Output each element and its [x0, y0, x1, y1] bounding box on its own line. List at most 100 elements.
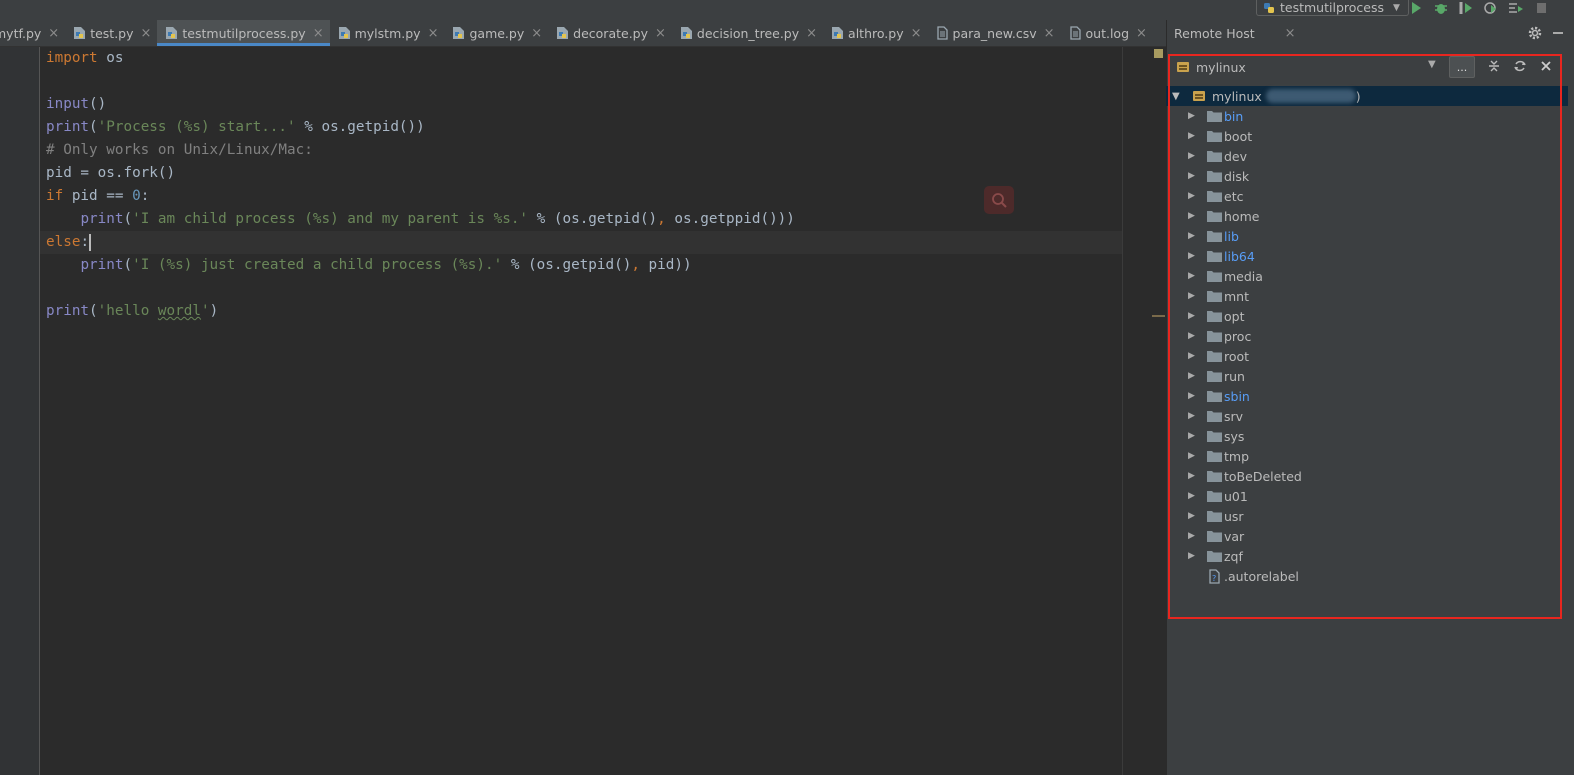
- expand-arrow-icon[interactable]: ▶: [1188, 451, 1195, 461]
- expand-arrow-icon[interactable]: ▶: [1188, 511, 1195, 521]
- expand-arrow-icon[interactable]: ▶: [1188, 271, 1195, 281]
- expand-arrow-icon[interactable]: ▶: [1188, 411, 1195, 421]
- tree-folder-disk[interactable]: ▶ disk: [1166, 166, 1568, 186]
- editor-gutter[interactable]: [0, 47, 40, 775]
- expand-arrow-icon[interactable]: ▶: [1188, 371, 1195, 381]
- search-icon[interactable]: [984, 186, 1014, 214]
- close-icon[interactable]: ×: [531, 26, 542, 41]
- tree-folder-sbin[interactable]: ▶ sbin: [1166, 386, 1568, 406]
- expand-arrow-icon[interactable]: ▶: [1188, 471, 1195, 481]
- run-icon[interactable]: [1408, 1, 1424, 15]
- inspection-status-indicator[interactable]: [1154, 49, 1163, 58]
- tree-item-label: var: [1224, 528, 1245, 544]
- concurrency-icon[interactable]: [1508, 1, 1524, 15]
- expand-arrow-icon[interactable]: ▶: [1188, 211, 1195, 221]
- close-icon[interactable]: ×: [655, 26, 666, 41]
- tree-folder-tmp[interactable]: ▶ tmp: [1166, 446, 1568, 466]
- close-icon[interactable]: ×: [806, 26, 817, 41]
- expand-arrow-icon[interactable]: ▶: [1188, 111, 1195, 121]
- tab-althro-py[interactable]: althro.py ×: [823, 20, 927, 46]
- code-line: import os: [46, 50, 124, 66]
- expand-arrow-icon[interactable]: ▶: [1188, 491, 1195, 501]
- tree-folder-var[interactable]: ▶ var: [1166, 526, 1568, 546]
- tab-mylstm-py[interactable]: mylstm.py ×: [330, 20, 445, 46]
- text-file-icon: [936, 26, 948, 40]
- tree-folder-media[interactable]: ▶ media: [1166, 266, 1568, 286]
- collapse-all-icon[interactable]: [1487, 59, 1501, 73]
- expand-arrow-icon[interactable]: ▶: [1188, 191, 1195, 201]
- close-icon[interactable]: ×: [48, 26, 59, 41]
- expand-arrow-icon[interactable]: ▶: [1188, 431, 1195, 441]
- expand-arrow-icon[interactable]: ▶: [1188, 551, 1195, 561]
- tab-game-py[interactable]: game.py ×: [444, 20, 548, 46]
- chevron-down-icon[interactable]: ▼: [1428, 59, 1436, 70]
- coverage-icon[interactable]: [1458, 1, 1474, 15]
- browse-more-button[interactable]: ...: [1449, 56, 1475, 78]
- tree-folder-mnt[interactable]: ▶ mnt: [1166, 286, 1568, 306]
- close-icon[interactable]: ×: [141, 26, 152, 41]
- tree-folder-usr[interactable]: ▶ usr: [1166, 506, 1568, 526]
- folder-icon: [1207, 531, 1222, 542]
- stop-icon[interactable]: [1533, 1, 1549, 15]
- tree-folder-srv[interactable]: ▶ srv: [1166, 406, 1568, 426]
- profile-icon[interactable]: [1483, 1, 1499, 15]
- close-icon[interactable]: ×: [313, 26, 324, 41]
- code-line: print('Process (%s) start...' % os.getpi…: [46, 119, 425, 135]
- tree-folder-etc[interactable]: ▶ etc: [1166, 186, 1568, 206]
- close-icon[interactable]: ×: [428, 26, 439, 41]
- minimize-icon[interactable]: [1553, 32, 1563, 34]
- tree-folder-home[interactable]: ▶ home: [1166, 206, 1568, 226]
- tree-folder-run[interactable]: ▶ run: [1166, 366, 1568, 386]
- code-content[interactable]: import os input() print('Process (%s) st…: [46, 47, 795, 323]
- tree-folder-opt[interactable]: ▶ opt: [1166, 306, 1568, 326]
- panel-title[interactable]: Remote Host: [1174, 26, 1255, 41]
- close-icon[interactable]: ×: [1136, 26, 1147, 41]
- expand-arrow-icon[interactable]: ▶: [1188, 171, 1195, 181]
- tree-folder-tobedeleted[interactable]: ▶ toBeDeleted: [1166, 466, 1568, 486]
- tab-decorate-py[interactable]: decorate.py ×: [548, 20, 672, 46]
- expand-arrow-icon[interactable]: ▶: [1188, 131, 1195, 141]
- tab-label: mylstm.py: [354, 25, 421, 41]
- expand-arrow-icon[interactable]: ▼: [1172, 91, 1184, 102]
- expand-arrow-icon[interactable]: ▶: [1188, 391, 1195, 401]
- tree-folder-lib[interactable]: ▶ lib: [1166, 226, 1568, 246]
- tab-testmutilprocess-py[interactable]: testmutilprocess.py ×: [157, 20, 330, 46]
- tree-item-label: bin: [1224, 108, 1244, 124]
- expand-arrow-icon[interactable]: ▶: [1188, 331, 1195, 341]
- tree-folder-bin[interactable]: ▶ bin: [1166, 106, 1568, 126]
- folder-icon: [1207, 291, 1222, 302]
- expand-arrow-icon[interactable]: ▶: [1188, 251, 1195, 261]
- refresh-icon[interactable]: [1513, 59, 1527, 73]
- tree-folder-zqf[interactable]: ▶ zqf: [1166, 546, 1568, 566]
- tree-file-autorelabel[interactable]: ? .autorelabel: [1166, 566, 1568, 586]
- debug-icon[interactable]: [1433, 1, 1449, 15]
- expand-arrow-icon[interactable]: ▶: [1188, 311, 1195, 321]
- tree-folder-sys[interactable]: ▶ sys: [1166, 426, 1568, 446]
- gear-icon[interactable]: [1527, 25, 1543, 41]
- expand-arrow-icon[interactable]: ▶: [1188, 291, 1195, 301]
- close-icon[interactable]: ×: [1044, 26, 1055, 41]
- run-configuration-selector[interactable]: testmutilprocess ▼: [1256, 0, 1409, 16]
- tree-folder-boot[interactable]: ▶ boot: [1166, 126, 1568, 146]
- expand-arrow-icon[interactable]: ▶: [1188, 531, 1195, 541]
- tab-out-log[interactable]: out.log ×: [1061, 20, 1153, 46]
- tab-para-new-csv[interactable]: para_new.csv ×: [928, 20, 1061, 46]
- tab-mytf-py[interactable]: mytf.py ×: [0, 20, 65, 46]
- tree-root-node[interactable]: ▼ mylinux ): [1166, 86, 1568, 106]
- tree-folder-lib64[interactable]: ▶ lib64: [1166, 246, 1568, 266]
- tree-folder-dev[interactable]: ▶ dev: [1166, 146, 1568, 166]
- host-name[interactable]: mylinux: [1196, 60, 1246, 75]
- expand-arrow-icon[interactable]: ▶: [1188, 231, 1195, 241]
- expand-arrow-icon[interactable]: ▶: [1188, 351, 1195, 361]
- tree-folder-proc[interactable]: ▶ proc: [1166, 326, 1568, 346]
- tree-folder-u01[interactable]: ▶ u01: [1166, 486, 1568, 506]
- code-editor[interactable]: import os input() print('Process (%s) st…: [0, 47, 1166, 775]
- close-icon[interactable]: ×: [1285, 26, 1296, 41]
- tab-decision-tree-py[interactable]: decision_tree.py ×: [672, 20, 823, 46]
- close-icon[interactable]: [1539, 59, 1553, 73]
- close-icon[interactable]: ×: [911, 26, 922, 41]
- scrollbar-marker[interactable]: [1152, 315, 1165, 317]
- expand-arrow-icon[interactable]: ▶: [1188, 151, 1195, 161]
- tab-test-py[interactable]: test.py ×: [65, 20, 157, 46]
- tree-folder-root[interactable]: ▶ root: [1166, 346, 1568, 366]
